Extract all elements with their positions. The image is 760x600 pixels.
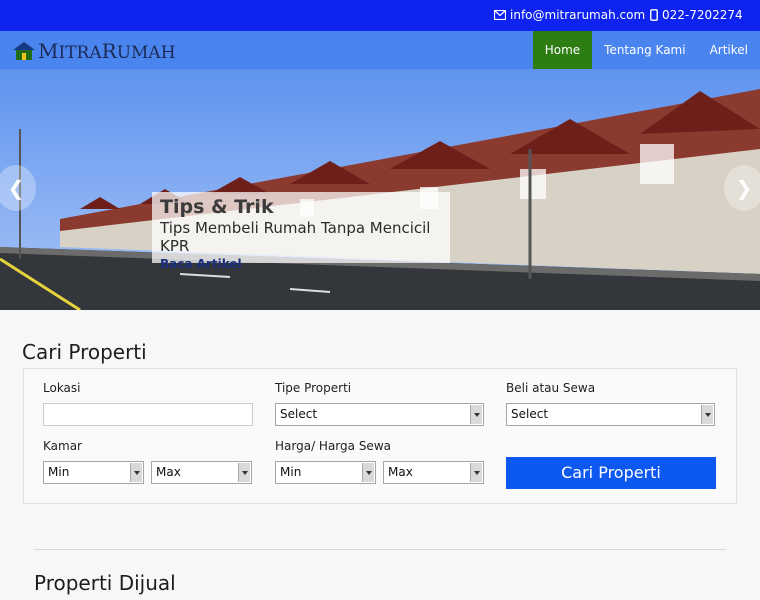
chevron-down-icon [470, 463, 482, 482]
hero-street-image [0, 69, 760, 310]
nav-home[interactable]: Home [532, 31, 593, 69]
email-contact[interactable]: info@mitrarumah.com [494, 8, 645, 22]
main-navbar: MITRARUMAH Home Tentang Kami Artikel [0, 31, 760, 69]
lokasi-label: Lokasi [43, 381, 81, 395]
kamar-min-value: Min [48, 465, 70, 479]
hero-carousel: ❮ ❯ Tips & Trik Tips Membeli Rumah Tanpa… [0, 69, 760, 310]
search-form-panel: Lokasi Tipe Properti Select Beli atau Se… [23, 368, 737, 504]
harga-max-value: Max [388, 465, 413, 479]
tipe-properti-value: Select [280, 407, 318, 421]
tipe-properti-label: Tipe Properti [275, 381, 352, 395]
properti-dijual-title: Properti Dijual [34, 571, 176, 595]
lokasi-input[interactable] [43, 403, 253, 426]
search-section-title: Cari Properti [22, 340, 147, 364]
harga-min-value: Min [280, 465, 302, 479]
beli-sewa-label: Beli atau Sewa [506, 381, 596, 395]
section-divider [34, 549, 726, 550]
nav-tentang-kami[interactable]: Tentang Kami [592, 31, 697, 69]
chevron-down-icon [130, 463, 142, 482]
top-bar: info@mitrarumah.com 022-7202274 [0, 0, 760, 31]
nav-menu: Home Tentang Kami Artikel [532, 31, 760, 69]
chevron-down-icon [238, 463, 250, 482]
chevron-left-icon: ❮ [7, 176, 25, 200]
kamar-max-value: Max [156, 465, 181, 479]
caption-read-link[interactable]: Baca Artikel [160, 257, 442, 271]
kamar-min-select[interactable]: Min [43, 461, 144, 484]
harga-label: Harga/ Harga Sewa [275, 439, 391, 453]
beli-sewa-value: Select [511, 407, 549, 421]
hero-caption: Tips & Trik Tips Membeli Rumah Tanpa Men… [152, 192, 450, 271]
tipe-properti-select[interactable]: Select [275, 403, 484, 426]
mobile-phone-icon [650, 9, 658, 21]
email-text: info@mitrarumah.com [510, 8, 646, 22]
carousel-next-button[interactable]: ❯ [724, 165, 760, 211]
harga-min-select[interactable]: Min [275, 461, 376, 484]
logo-wordmark: MITRARUMAH [38, 39, 176, 63]
nav-artikel[interactable]: Artikel [698, 31, 760, 69]
envelope-icon [494, 10, 506, 20]
kamar-label: Kamar [43, 439, 82, 453]
site-logo[interactable]: MITRARUMAH [12, 39, 176, 63]
cari-properti-button[interactable]: Cari Properti [506, 457, 716, 489]
chevron-right-icon: ❯ [735, 176, 753, 200]
chevron-down-icon [701, 405, 713, 424]
chevron-down-icon [470, 405, 482, 424]
phone-text: 022-7202274 [662, 8, 743, 22]
beli-sewa-select[interactable]: Select [506, 403, 715, 426]
kamar-max-select[interactable]: Max [151, 461, 252, 484]
harga-max-select[interactable]: Max [383, 461, 484, 484]
phone-contact[interactable]: 022-7202274 [650, 8, 743, 22]
caption-title: Tips & Trik [160, 196, 274, 218]
house-icon [13, 42, 35, 60]
caption-subtitle: Tips Membeli Rumah Tanpa Mencicil KPR [160, 219, 431, 255]
chevron-down-icon [362, 463, 374, 482]
